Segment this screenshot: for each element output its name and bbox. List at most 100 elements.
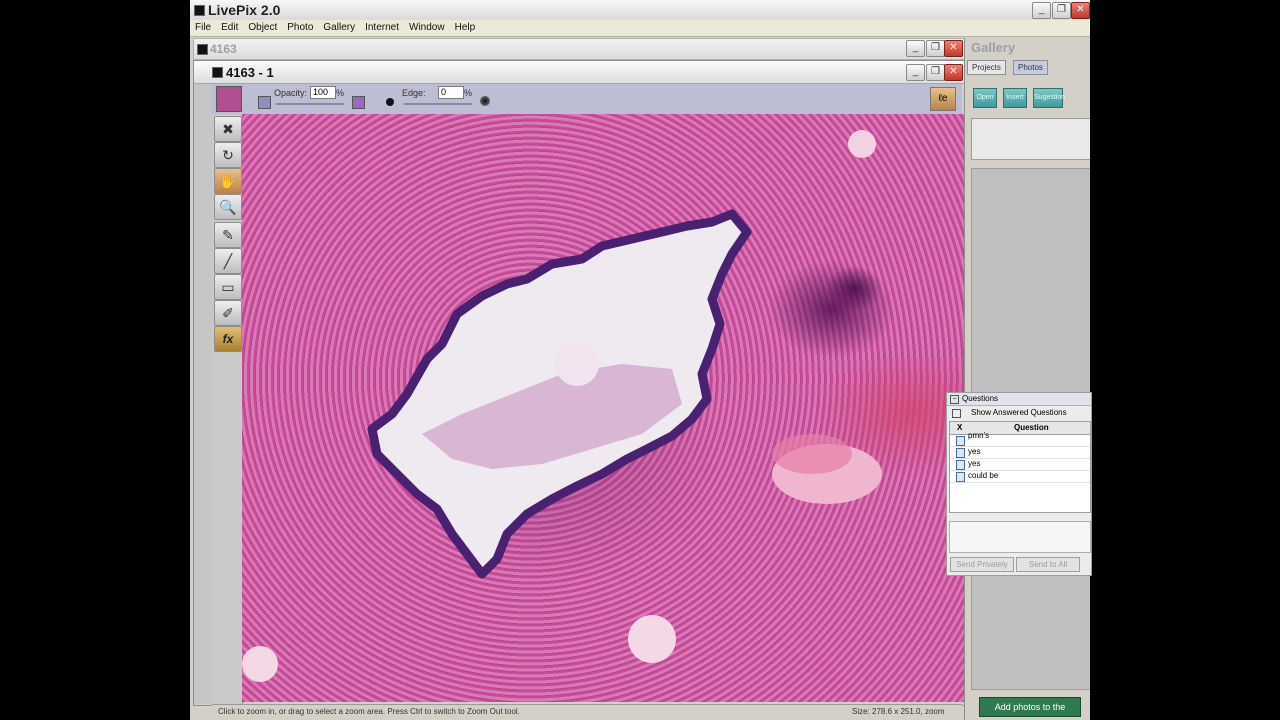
menu-file[interactable]: File [190,20,216,36]
line-tool[interactable]: ╱ [214,248,242,274]
edge-slider[interactable] [404,103,472,105]
menu-edit[interactable]: Edit [216,20,243,36]
effects-icon: fx [222,332,234,346]
rectangle-icon: ▭ [221,279,235,295]
doc-minimize-button[interactable]: _ [906,64,925,81]
menu-internet[interactable]: Internet [360,20,404,36]
livepix-window: LivePix 2.0 _ ❐ ✕ File Edit Object Photo Gal… [190,0,1090,720]
close-button[interactable]: ✕ [1071,2,1090,19]
soft-edge-icon[interactable] [480,96,490,106]
menu-object[interactable]: Object [243,20,282,36]
question-row[interactable]: could be [950,470,1090,483]
col-question: Question [1014,423,1049,432]
app-icon [194,5,205,16]
lumen-vesicle [555,342,599,386]
gallery-insert-button[interactable]: Insert [1003,88,1027,108]
app-title: LivePix 2.0 [208,2,281,18]
select-tool[interactable]: ✖ [214,116,242,142]
show-answered-label: Show Answered Questions [971,408,1067,417]
gallery-suggestion-button[interactable]: Sugestion [1033,88,1065,108]
select-icon: ✖ [222,121,234,137]
project-restore-button[interactable]: ❐ [926,40,945,57]
rectangle-tool[interactable]: ▭ [214,274,242,300]
menu-photo[interactable]: Photo [282,20,318,36]
questions-header: − Questions [947,393,1091,406]
minimize-button[interactable]: _ [1032,2,1051,19]
doc-restore-button[interactable]: ❐ [926,64,945,81]
menu-help[interactable]: Help [450,20,481,36]
question-text: yes [968,447,981,456]
primary-color-swatch[interactable] [258,96,271,109]
doc-close-button[interactable]: ✕ [944,64,963,81]
gallery-panel: Gallery Projects Photos Open Insert Suge… [964,38,1090,720]
col-x: X [957,423,963,432]
delete-icon[interactable] [956,460,965,470]
delete-icon[interactable] [956,448,965,458]
gallery-list[interactable] [971,118,1090,160]
menu-gallery[interactable]: Gallery [318,20,360,36]
send-to-gallery-icon[interactable]: ℓe [930,87,956,111]
send-privately-button[interactable]: Send Privately [950,557,1014,572]
project-minimize-button[interactable]: _ [906,40,925,57]
status-hint: Click to zoom in, or drag to select a zo… [218,707,520,716]
project-close-button[interactable]: ✕ [944,40,963,57]
opacity-slider[interactable] [276,103,344,105]
tab-photos[interactable]: Photos [1013,60,1048,75]
gallery-open-button[interactable]: Open [973,88,997,108]
edge-unit: % [464,88,473,98]
status-size: Size: 278.6 x 251.0, zoom 18% [852,707,945,716]
photo-thumbnail[interactable] [216,86,242,112]
question-compose-field[interactable] [949,521,1091,553]
secondary-color-swatch[interactable] [352,96,365,109]
project-window-bar: 4163 _ ❐ ✕ [193,38,965,60]
rotate-icon: ↻ [222,147,234,163]
edge-input[interactable]: 0 [438,86,464,99]
hard-edge-icon[interactable] [386,98,394,106]
show-answered-checkbox[interactable] [952,409,961,418]
title-bar: LivePix 2.0 _ ❐ ✕ [190,0,1090,21]
questions-title: Questions [962,394,999,403]
document-title-bar: 4163 - 1 _ ❐ ✕ [194,61,964,84]
menu-bar: File Edit Object Photo Gallery Internet Window… [190,20,1090,37]
vessel-4 [772,434,852,474]
delete-icon[interactable] [956,436,965,446]
opacity-unit: % [336,88,345,98]
image-canvas[interactable] [242,114,964,702]
opacity-input[interactable]: 100 [310,86,336,99]
gallery-title: Gallery [971,40,1016,55]
zoom-icon: 🔍 [219,199,237,215]
edge-label: Edge: [402,88,426,98]
document-icon [212,67,223,78]
histology-image [242,130,882,682]
add-photos-button[interactable]: Add photos to the Gallery [979,697,1081,717]
brush-tool[interactable]: ✐ [214,300,242,326]
menu-window[interactable]: Window [404,20,450,36]
opacity-label: Opacity: [274,88,308,98]
question-text: could be [968,471,999,480]
zoom-tool[interactable]: 🔍 [214,194,242,220]
tab-projects[interactable]: Projects [967,60,1006,75]
questions-table: X Question pmn's yes yes could be [949,421,1091,513]
paint-icon: ✎ [222,227,234,243]
question-text: yes [968,459,981,468]
hand-icon: ✋ [219,173,237,189]
line-icon: ╱ [223,253,233,269]
hand-tool[interactable]: ✋ [214,168,242,194]
send-to-all-button[interactable]: Send to All [1016,557,1080,572]
collapse-icon[interactable]: − [950,395,959,404]
status-bar: Click to zoom in, or drag to select a zo… [212,704,962,719]
effects-tool[interactable]: fx [214,326,242,352]
vessel-1 [628,615,676,663]
questions-panel: − Questions Show Answered Questions X Qu… [946,392,1092,576]
rotate-tool[interactable]: ↻ [214,142,242,168]
tool-options-bar: Opacity: 100 % Edge: 0 % ℓe [212,84,962,115]
vessel-2 [242,646,278,682]
question-text: pmn's [968,431,990,440]
vessel-5 [848,130,876,158]
restore-button[interactable]: ❐ [1052,2,1071,19]
tool-strip [194,84,213,704]
project-title: 4163 [210,42,237,56]
paint-tool[interactable]: ✎ [214,222,242,248]
delete-icon[interactable] [956,472,965,482]
document-icon [197,44,208,55]
